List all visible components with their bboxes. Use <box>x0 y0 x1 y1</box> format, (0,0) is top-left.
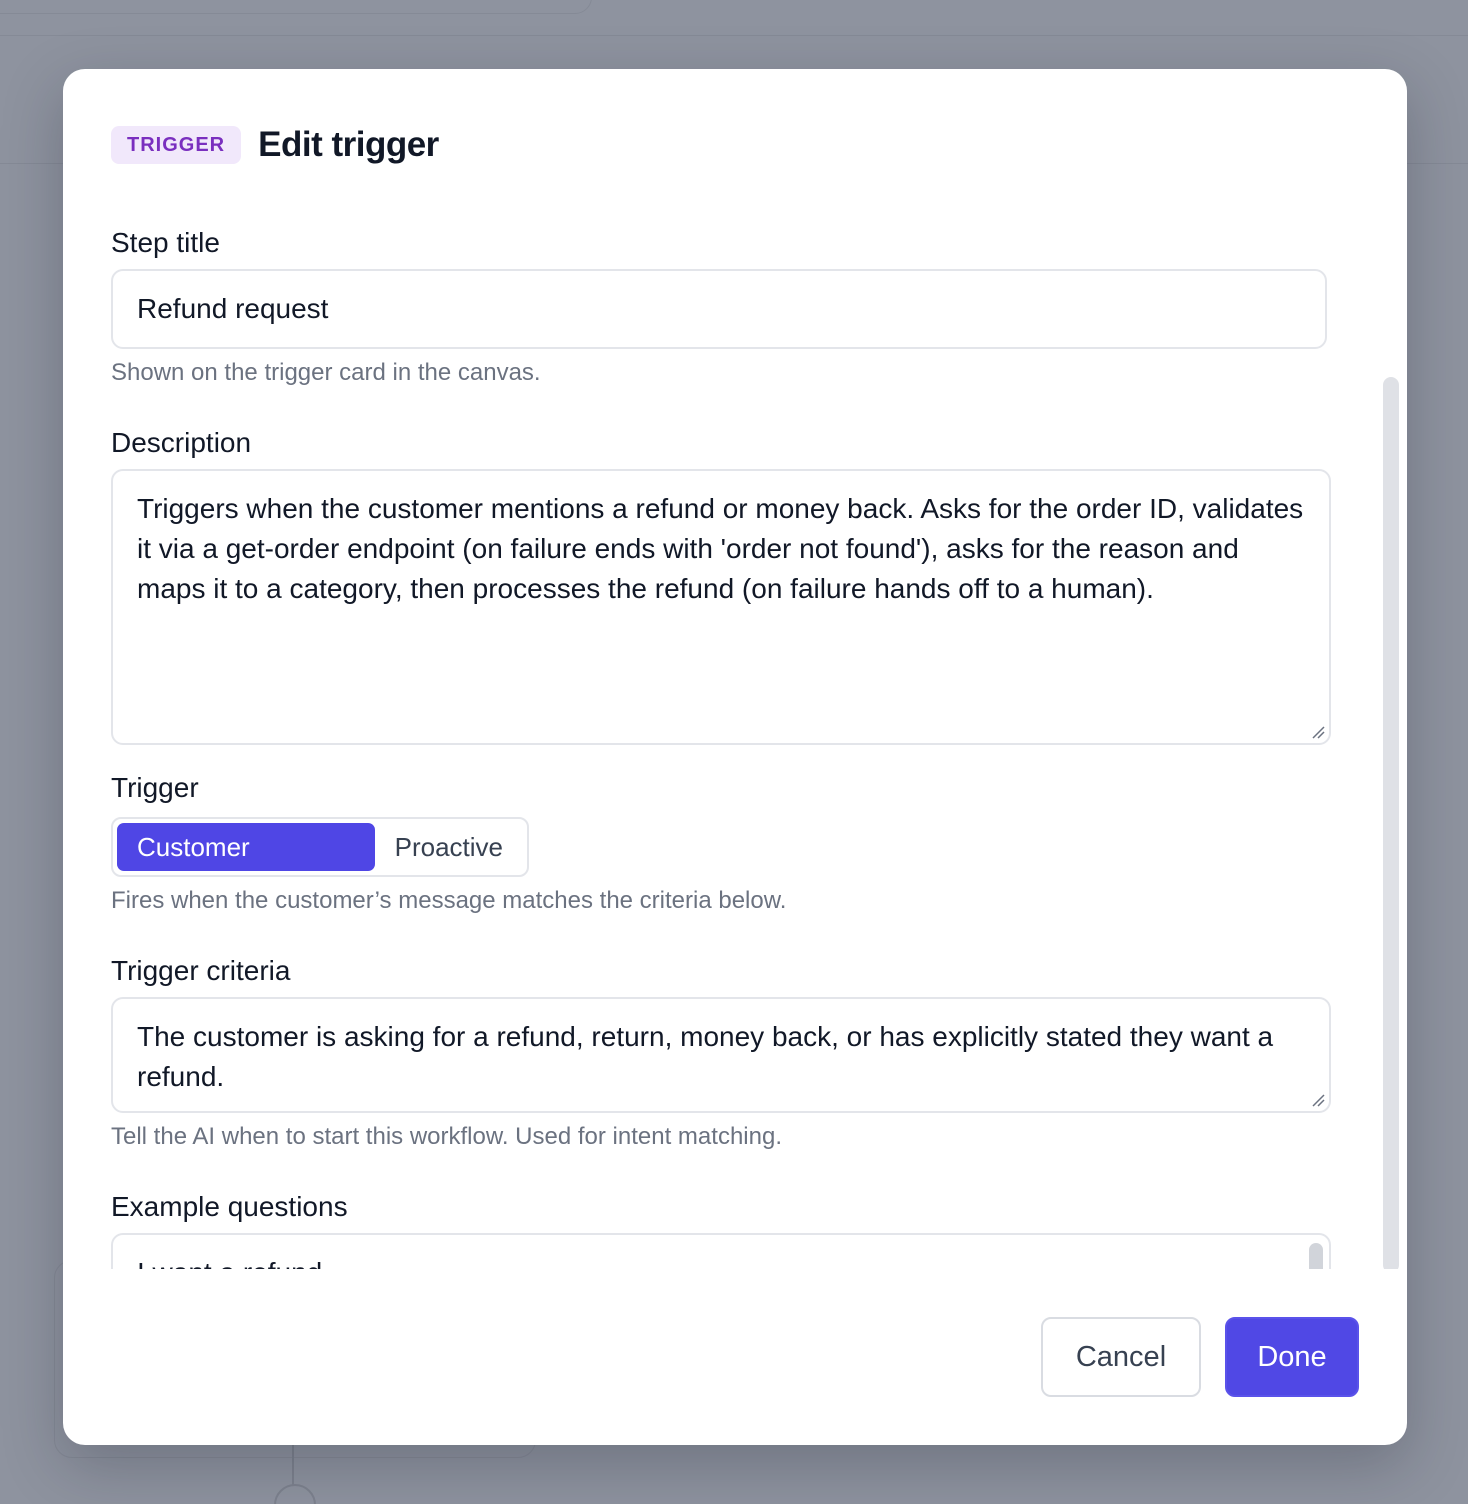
background-connector <box>292 1444 294 1486</box>
trigger-type-toggle: Customer message Proactive <box>111 817 529 910</box>
example-questions-label: Example questions <box>111 1191 348 1222</box>
dialog-header: TRIGGER Edit trigger <box>111 125 439 165</box>
trigger-criteria-label: Trigger criteria <box>111 955 291 986</box>
trigger-criteria-textarea[interactable]: The customer is asking for a refund, ret… <box>111 997 1331 1113</box>
background-divider <box>0 35 1468 36</box>
description-label: Description <box>111 427 252 458</box>
trigger-criteria-hint: Tell the AI when to start this workflow.… <box>111 1123 782 1150</box>
trigger-option-customer-message[interactable]: Customer message <box>117 823 375 910</box>
trigger-badge: TRIGGER <box>111 126 242 164</box>
resize-handle-icon[interactable] <box>1311 1093 1325 1107</box>
step-title-input[interactable]: Refund request <box>111 269 1327 349</box>
trigger-hint: Fires when the customer’s message matche… <box>111 887 787 914</box>
trigger-option-proactive[interactable]: Proactive <box>375 823 523 871</box>
example-question-value: I want a refund <box>137 1257 322 1269</box>
trigger-criteria-value: The customer is asking for a refund, ret… <box>137 1021 1274 1092</box>
resize-handle-icon[interactable] <box>1311 725 1325 739</box>
dialog-scrollbar[interactable] <box>1383 377 1399 1269</box>
background-add-step-icon <box>274 1484 316 1504</box>
step-title-value: Refund request <box>137 293 329 324</box>
dialog-footer: Cancel Done <box>1041 1317 1359 1397</box>
done-button[interactable]: Done <box>1225 1317 1359 1397</box>
step-title-label: Step title <box>111 227 220 258</box>
description-value: Triggers when the customer mentions a re… <box>137 493 1304 604</box>
cancel-button[interactable]: Cancel <box>1041 1317 1201 1397</box>
description-textarea[interactable]: Triggers when the customer mentions a re… <box>111 469 1331 745</box>
edit-trigger-dialog: TRIGGER Edit trigger Step title Refund r… <box>63 69 1407 1445</box>
trigger-label: Trigger <box>111 772 199 803</box>
dialog-title: Edit trigger <box>258 125 439 164</box>
step-title-hint: Shown on the trigger card in the canvas. <box>111 359 541 386</box>
background-card <box>0 0 592 14</box>
example-questions-textarea[interactable]: I want a refund <box>111 1233 1331 1269</box>
dialog-scroll-area[interactable]: Step title Refund request Shown on the t… <box>63 219 1407 1269</box>
example-questions-scrollbar[interactable] <box>1309 1243 1323 1269</box>
